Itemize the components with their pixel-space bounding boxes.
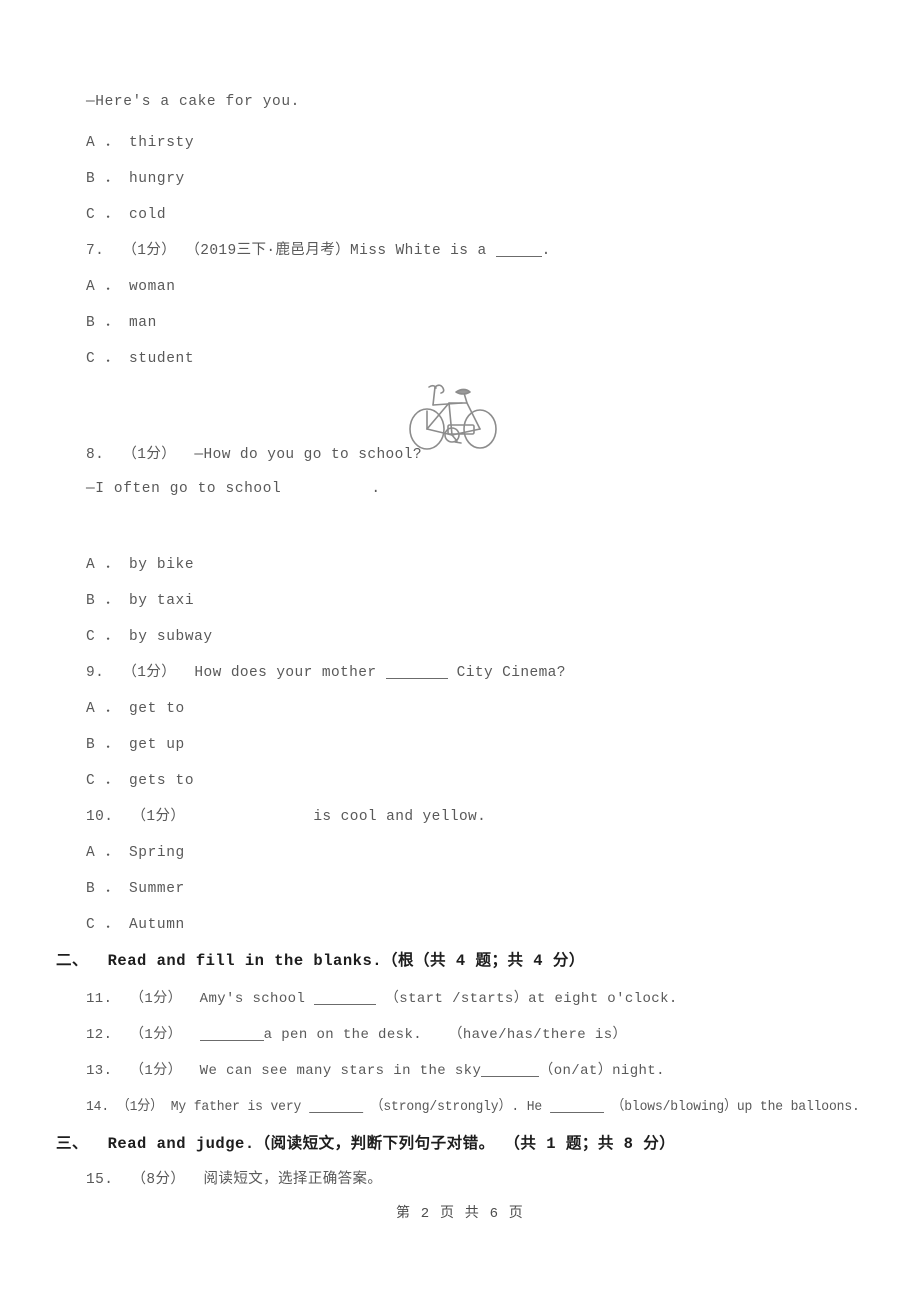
- question-11-text-b: （start /starts）at eight o'clock.: [384, 991, 678, 1007]
- question-9-option-a[interactable]: A ． get to: [86, 696, 185, 717]
- question-12-text-b: a pen on the desk. （have/has/there is）: [263, 1027, 627, 1043]
- question-11-blank[interactable]: [314, 990, 377, 1005]
- question-15-points: （8分）: [131, 1172, 186, 1188]
- question-8-option-b[interactable]: B ． by taxi: [86, 588, 194, 609]
- question-11-number: 11.: [86, 991, 113, 1007]
- question-9-text-before: How does your mother: [194, 665, 386, 681]
- section-two-heading: 二、 Read and fill in the blanks.（根（共 4 题；…: [56, 952, 585, 970]
- question-7-text-after: .: [541, 243, 551, 259]
- question-8-blank[interactable]: [281, 478, 371, 492]
- question-10-points: （1分）: [131, 809, 186, 825]
- question-10-option-c[interactable]: C ． Autumn: [86, 912, 185, 933]
- continued-option-c[interactable]: C ． cold: [86, 202, 166, 223]
- question-7-points: （1分）: [122, 243, 177, 259]
- question-8-text-before: —I often go to school: [86, 480, 282, 497]
- question-14-points: （1分）: [116, 1099, 164, 1115]
- question-10-text-after: is cool and yellow.: [313, 809, 487, 825]
- question-10-option-b[interactable]: B ． Summer: [86, 876, 185, 897]
- question-12-blank[interactable]: [199, 1026, 264, 1041]
- question-9-number: 9.: [86, 665, 105, 681]
- question-13-blank[interactable]: [481, 1062, 540, 1077]
- exam-page: —Here's a cake for you. A ． thirsty B ． …: [0, 0, 920, 1302]
- question-13-text-b: （on/at）night.: [539, 1063, 665, 1079]
- question-8-option-a[interactable]: A ． by bike: [86, 552, 194, 573]
- question-9-option-c[interactable]: C ． gets to: [86, 768, 194, 789]
- question-15: 15. （8分） 阅读短文，选择正确答案。: [86, 1167, 382, 1188]
- question-14-text-a: My father is very: [170, 1099, 309, 1115]
- question-14-text-c: （blows/blowing）up the balloons.: [611, 1099, 860, 1115]
- question-8-points: （1分）: [122, 447, 177, 463]
- question-7-tag: （2019三下·鹿邑月考）: [185, 243, 351, 259]
- question-12: 12. （1分） a pen on the desk. （have/has/th…: [86, 1023, 627, 1043]
- question-9-stem: 9. （1分） How does your mother City Cinema…: [86, 660, 566, 681]
- question-8-text-after: .: [371, 480, 381, 497]
- question-8-text: —How do you go to school?: [194, 447, 422, 463]
- question-8-stem-line1: 8. （1分） —How do you go to school?: [86, 442, 422, 463]
- question-14-blank-2[interactable]: [549, 1098, 604, 1113]
- question-7-option-c[interactable]: C ． student: [86, 346, 194, 367]
- question-13: 13. （1分） We can see many stars in the sk…: [86, 1059, 665, 1079]
- question-9-text-after: City Cinema?: [447, 665, 566, 681]
- continued-option-b[interactable]: B ． hungry: [86, 166, 185, 187]
- section-three-heading: 三、 Read and judge.（阅读短文，判断下列句子对错。 （共 1 题…: [56, 1135, 676, 1153]
- question-7-option-a[interactable]: A ． woman: [86, 274, 176, 295]
- question-7-text-before: Miss White is a: [350, 243, 496, 259]
- question-8-number: 8.: [86, 447, 105, 463]
- question-11-points: （1分）: [130, 991, 183, 1007]
- question-14-number: 14.: [86, 1099, 110, 1115]
- question-13-points: （1分）: [130, 1063, 183, 1079]
- question-8-option-c[interactable]: C ． by subway: [86, 624, 213, 645]
- question-7-number: 7.: [86, 243, 105, 259]
- question-15-number: 15.: [86, 1172, 114, 1188]
- question-10-blank[interactable]: [185, 806, 313, 820]
- question-12-number: 12.: [86, 1027, 113, 1043]
- question-11: 11. （1分） Amy's school （start /starts）at …: [86, 987, 678, 1007]
- question-7-blank[interactable]: [495, 242, 542, 257]
- question-12-points: （1分）: [130, 1027, 183, 1043]
- question-9-option-b[interactable]: B ． get up: [86, 732, 185, 753]
- question-11-text-a: Amy's school: [199, 991, 315, 1007]
- page-footer: 第 2 页 共 6 页: [395, 1206, 524, 1222]
- continued-question-stem: —Here's a cake for you.: [86, 94, 300, 110]
- question-9-points: （1分）: [122, 665, 177, 681]
- question-15-text: 阅读短文，选择正确答案。: [203, 1172, 383, 1188]
- question-13-number: 13.: [86, 1063, 113, 1079]
- question-14-text-b: （strong/strongly）. He: [370, 1099, 550, 1115]
- continued-option-a[interactable]: A ． thirsty: [86, 130, 194, 151]
- question-9-blank[interactable]: [385, 664, 448, 679]
- question-7-stem: 7. （1分） （2019三下·鹿邑月考）Miss White is a .: [86, 238, 551, 259]
- question-14: 14. （1分） My father is very （strong/stron…: [86, 1095, 860, 1115]
- question-7-option-b[interactable]: B ． man: [86, 310, 157, 331]
- question-10-stem: 10. （1分） is cool and yellow.: [86, 804, 486, 825]
- question-14-blank-1[interactable]: [308, 1098, 363, 1113]
- question-13-text-a: We can see many stars in the sky: [199, 1063, 482, 1079]
- question-8-stem-line2: —I often go to school.: [86, 478, 381, 497]
- question-10-number: 10.: [86, 809, 114, 825]
- question-10-option-a[interactable]: A ． Spring: [86, 840, 185, 861]
